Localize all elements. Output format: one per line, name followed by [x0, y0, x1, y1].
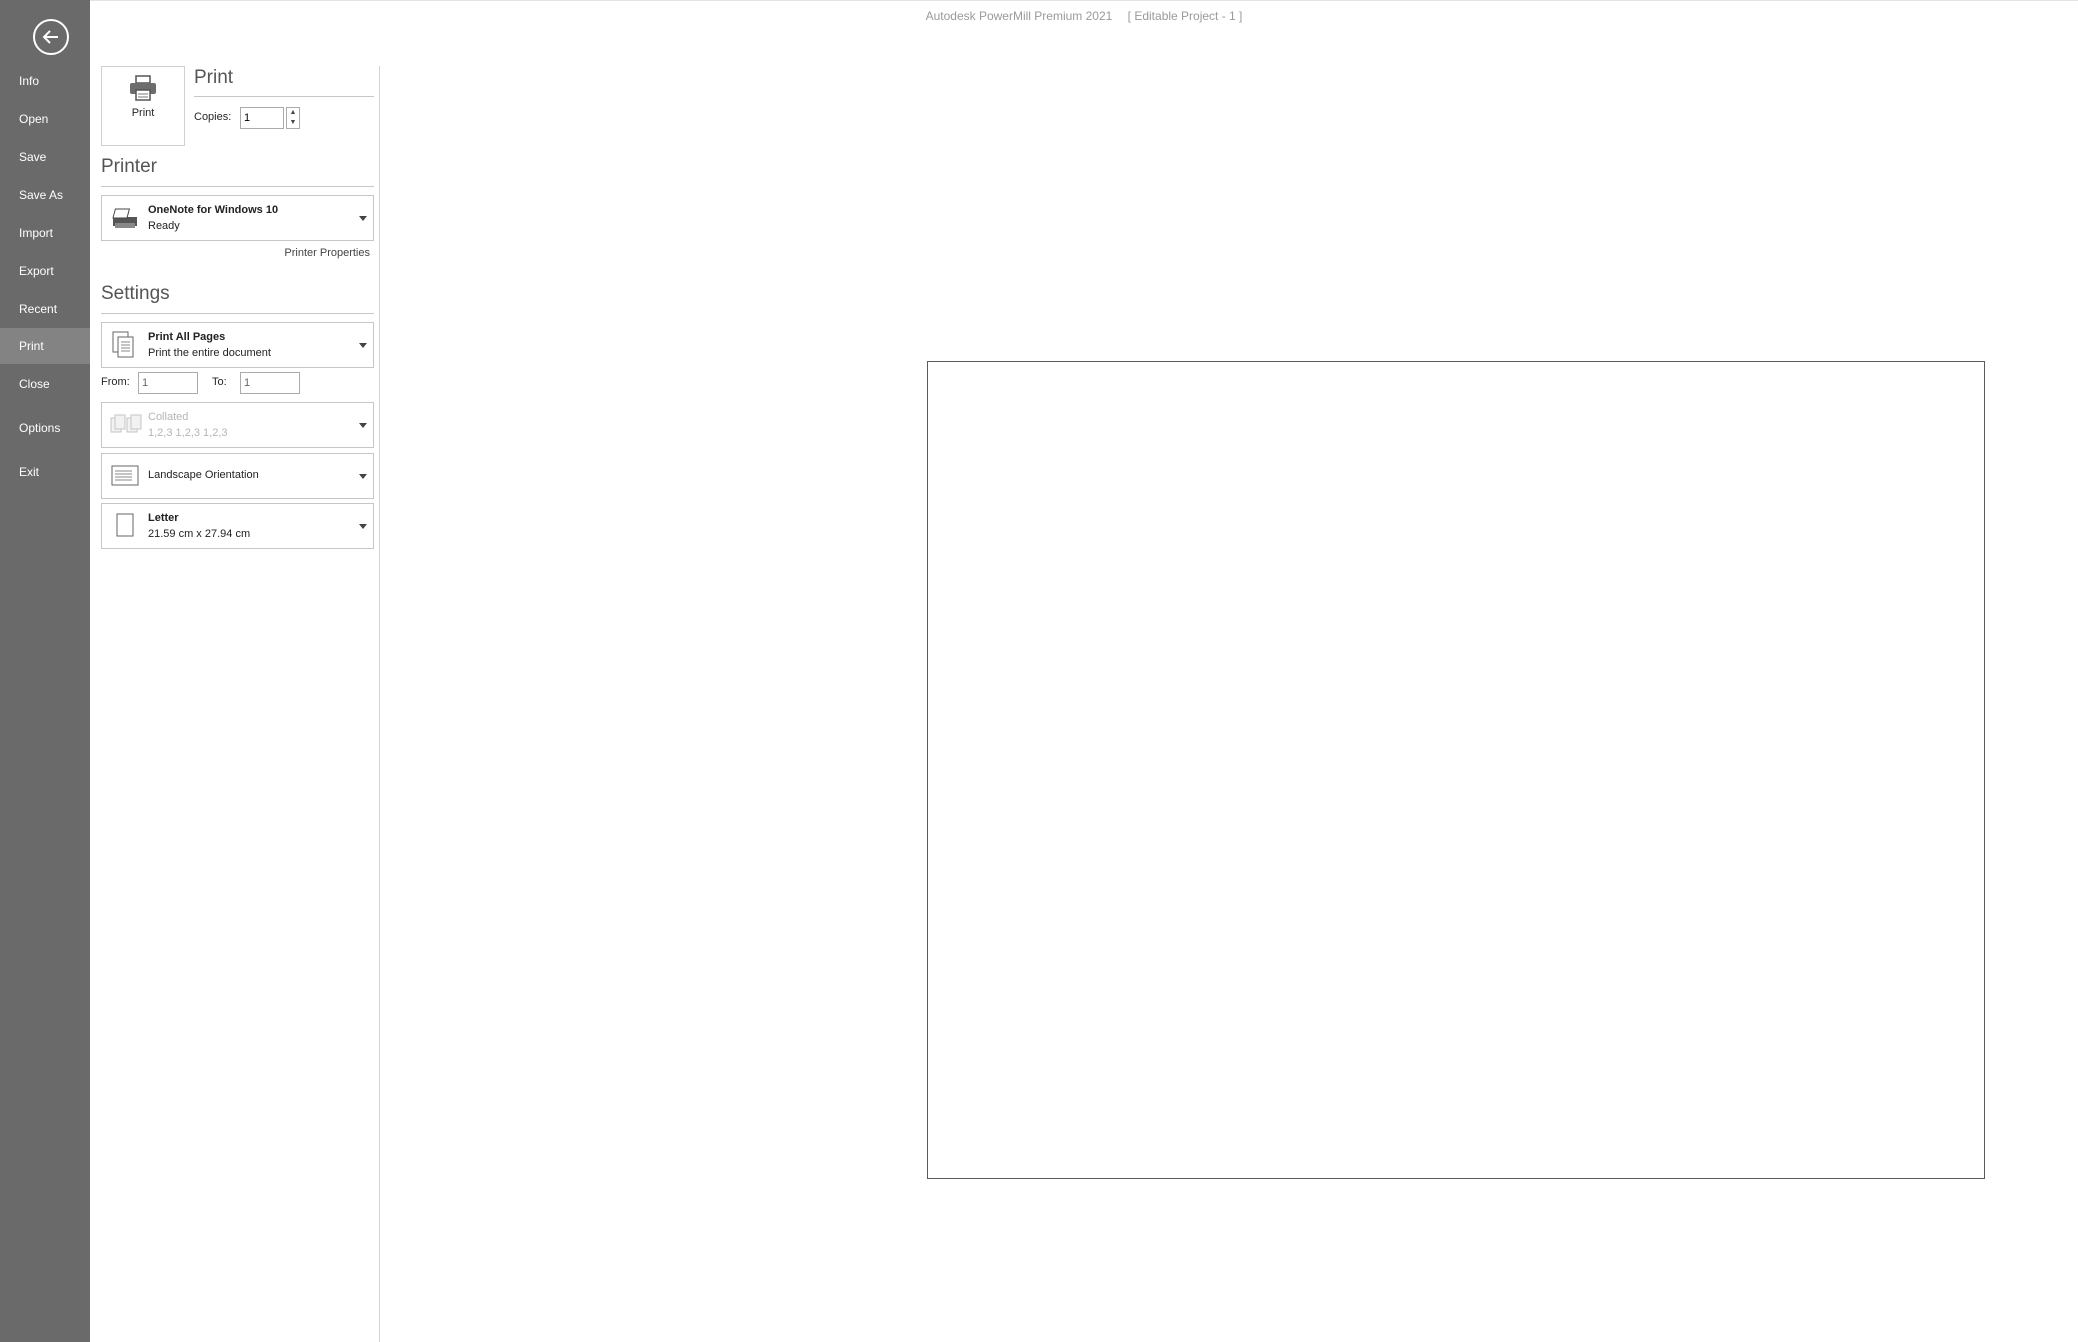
sidebar-item-save-as[interactable]: Save As — [0, 177, 90, 213]
chevron-down-icon — [359, 524, 367, 529]
settings-heading: Settings — [101, 283, 170, 304]
pages-dropdown[interactable]: Print All Pages Print the entire documen… — [101, 322, 374, 368]
backstage-sidebar: Info Open Save Save As Import Export Rec… — [0, 0, 90, 1342]
print-heading-divider — [194, 96, 374, 97]
paper-subtitle: 21.59 cm x 27.94 cm — [148, 528, 251, 540]
printer-heading: Printer — [101, 156, 157, 177]
print-preview-page — [927, 361, 1985, 1179]
orientation-title: Landscape Orientation — [148, 469, 259, 481]
sidebar-item-recent[interactable]: Recent — [0, 291, 90, 327]
collation-title: Collated — [148, 411, 189, 423]
title-bar: Autodesk PowerMill Premium 2021 [ Editab… — [90, 0, 2078, 30]
print-button-label: Print — [131, 107, 155, 119]
collated-icon — [110, 414, 142, 433]
orientation-dropdown[interactable]: Landscape Orientation — [101, 453, 374, 499]
printer-name: OneNote for Windows 10 — [148, 204, 279, 216]
app-title: Autodesk PowerMill Premium 2021 — [925, 9, 1113, 23]
arrow-left-icon — [42, 30, 58, 44]
chevron-down-icon — [359, 216, 367, 221]
to-input[interactable] — [240, 372, 300, 394]
paper-title: Letter — [148, 512, 179, 524]
chevron-down-icon — [359, 343, 367, 348]
paper-icon — [116, 513, 134, 537]
printer-dropdown[interactable]: OneNote for Windows 10 Ready — [101, 195, 374, 241]
printer-properties-link[interactable]: Printer Properties — [284, 247, 370, 259]
project-title: [ Editable Project - 1 ] — [1127, 9, 1243, 23]
sidebar-item-close[interactable]: Close — [0, 366, 90, 402]
sidebar-item-import[interactable]: Import — [0, 215, 90, 251]
spin-down-icon[interactable]: ▼ — [287, 118, 299, 128]
printer-icon — [130, 75, 156, 101]
back-button[interactable] — [33, 19, 69, 55]
sidebar-item-exit[interactable]: Exit — [0, 454, 90, 490]
collation-subtitle: 1,2,3 1,2,3 1,2,3 — [148, 427, 228, 439]
print-backstage: Autodesk PowerMill Premium 2021 [ Editab… — [0, 0, 2078, 1342]
from-label: From: — [101, 376, 130, 388]
copies-spinner[interactable]: ▲ ▼ — [286, 107, 300, 129]
print-settings-panel: Print Print Copies: ▲ ▼ Printer OneNote … — [90, 66, 380, 1342]
sidebar-item-export[interactable]: Export — [0, 253, 90, 289]
settings-heading-divider — [101, 313, 374, 314]
print-heading: Print — [194, 67, 234, 88]
sidebar-item-options[interactable]: Options — [0, 410, 90, 446]
sidebar-item-print[interactable]: Print — [0, 328, 90, 364]
pages-title: Print All Pages — [148, 331, 226, 343]
sidebar-item-info[interactable]: Info — [0, 63, 90, 99]
paper-size-dropdown[interactable]: Letter 21.59 cm x 27.94 cm — [101, 503, 374, 549]
printer-heading-divider — [101, 186, 374, 187]
print-button[interactable]: Print — [101, 66, 185, 146]
from-input[interactable] — [138, 372, 198, 394]
collation-dropdown[interactable]: Collated 1,2,3 1,2,3 1,2,3 — [101, 402, 374, 448]
sidebar-item-open[interactable]: Open — [0, 101, 90, 137]
chevron-down-icon — [359, 423, 367, 428]
landscape-icon — [111, 465, 139, 486]
spin-up-icon[interactable]: ▲ — [287, 108, 299, 118]
sidebar-item-save[interactable]: Save — [0, 139, 90, 175]
chevron-down-icon — [359, 474, 367, 479]
printer-status: Ready — [148, 220, 180, 232]
copies-input[interactable] — [240, 107, 284, 129]
pages-icon — [112, 331, 134, 358]
copies-label: Copies: — [194, 111, 232, 123]
pages-subtitle: Print the entire document — [148, 347, 271, 359]
to-label: To: — [212, 376, 227, 388]
printer-device-icon — [112, 208, 137, 228]
